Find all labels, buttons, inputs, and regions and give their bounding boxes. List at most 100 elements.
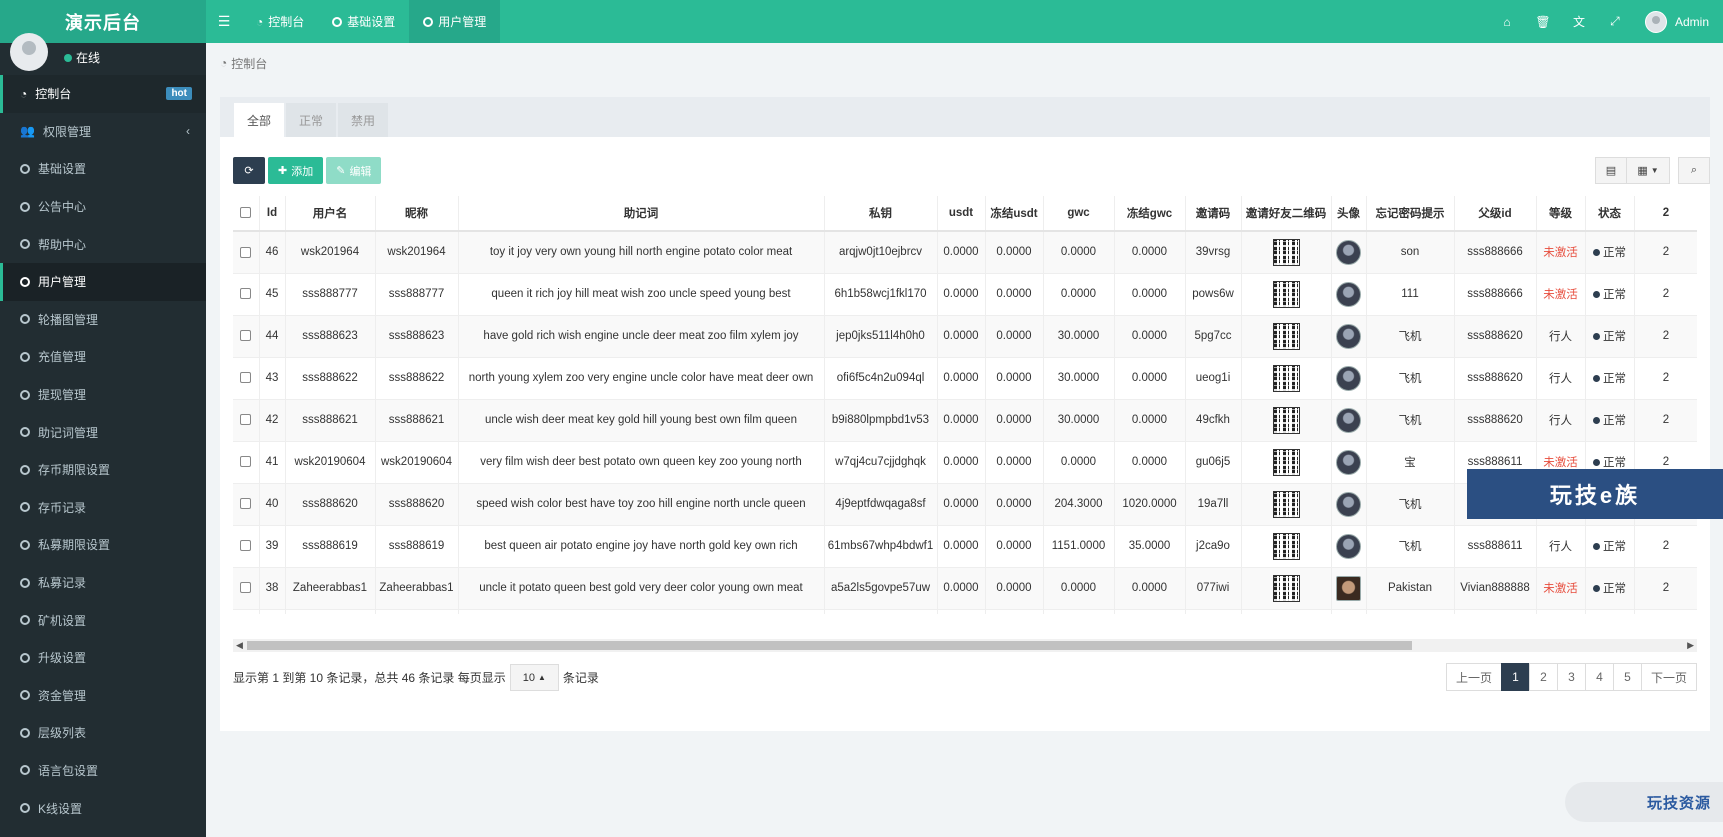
table-row[interactable]: 43 sss888622 sss888622 north young xylem zo… bbox=[233, 357, 1697, 400]
col-invite-qr[interactable]: 邀请好友二维码 bbox=[1241, 196, 1332, 232]
sidebar-item-upgrade[interactable]: 升级设置 bbox=[0, 639, 206, 677]
sidebar-item-withdraw[interactable]: 提现管理 bbox=[0, 376, 206, 414]
row-checkbox[interactable] bbox=[240, 540, 252, 552]
col-username[interactable]: 用户名 bbox=[285, 196, 376, 232]
row-checkbox[interactable] bbox=[240, 582, 252, 594]
qr-code-icon[interactable] bbox=[1272, 532, 1300, 560]
row-checkbox[interactable] bbox=[240, 456, 252, 468]
sidebar-item-miner[interactable]: 矿机设置 bbox=[0, 601, 206, 639]
horizontal-scrollbar[interactable]: ◀ ▶ bbox=[233, 639, 1697, 652]
qr-code-icon[interactable] bbox=[1272, 280, 1300, 308]
user-avatar-icon[interactable] bbox=[1336, 491, 1361, 517]
row-checkbox[interactable] bbox=[240, 246, 252, 258]
page-button-4[interactable]: 4 bbox=[1584, 663, 1614, 691]
qr-code-icon[interactable] bbox=[1272, 238, 1300, 266]
scroll-left-icon[interactable]: ◀ bbox=[236, 639, 243, 652]
tab-all[interactable]: 全部 bbox=[234, 103, 285, 137]
sidebar-item-mnemonic[interactable]: 助记词管理 bbox=[0, 413, 206, 451]
table-row[interactable]: 38 Zaheerabbas1 Zaheerabbas1 uncle it potat… bbox=[233, 567, 1697, 610]
sidebar-item-language[interactable]: 语言包设置 bbox=[0, 752, 206, 790]
qr-code-icon[interactable] bbox=[1272, 574, 1300, 602]
sidebar-item-private-records[interactable]: 私募记录 bbox=[0, 564, 206, 602]
add-button[interactable]: ✚ 添加 bbox=[268, 157, 324, 184]
sidebar-item-private-term[interactable]: 私募期限设置 bbox=[0, 526, 206, 564]
page-button-2[interactable]: 2 bbox=[1528, 663, 1558, 691]
user-avatar-icon[interactable] bbox=[1336, 407, 1361, 433]
nav-tab-user-management[interactable]: 用户管理 bbox=[409, 0, 501, 43]
refresh-button[interactable]: ⟳ bbox=[233, 157, 265, 184]
scroll-right-icon[interactable]: ▶ bbox=[1687, 639, 1694, 652]
sidebar-item-deposit-records[interactable]: 存币记录 bbox=[0, 489, 206, 527]
page-button-5[interactable]: 5 bbox=[1612, 663, 1642, 691]
qr-code-icon[interactable] bbox=[1272, 490, 1300, 518]
user-avatar-icon[interactable] bbox=[1336, 365, 1361, 391]
home-icon[interactable]: ⌂ bbox=[1489, 0, 1525, 43]
toggle-view-button[interactable]: ▤ bbox=[1595, 157, 1627, 184]
col-nickname[interactable]: 昵称 bbox=[375, 196, 459, 232]
col-gwc[interactable]: gwc bbox=[1043, 196, 1115, 232]
col-frozen-usdt[interactable]: 冻结usdt bbox=[985, 196, 1044, 232]
col-usdt[interactable]: usdt bbox=[937, 196, 986, 232]
table-row[interactable]: 39 sss888619 sss888619 best queen air potat… bbox=[233, 525, 1697, 568]
sidebar-item-dashboard[interactable]: ◔ 控制台 hot bbox=[0, 75, 206, 113]
nav-tab-basic-settings[interactable]: 基础设置 bbox=[318, 0, 409, 43]
page-size-select[interactable]: 10 ▲ bbox=[509, 664, 559, 691]
user-avatar-icon[interactable] bbox=[1336, 449, 1361, 475]
user-avatar-icon[interactable] bbox=[1336, 239, 1361, 265]
row-checkbox[interactable] bbox=[240, 498, 252, 510]
select-all-checkbox[interactable] bbox=[240, 207, 252, 219]
table-row[interactable]: 45 sss888777 sss888777 queen it rich joy hi… bbox=[233, 273, 1697, 316]
breadcrumb-item[interactable]: 控制台 bbox=[231, 55, 267, 72]
table-row[interactable]: 37skycc8888skycc8888own north color have… bbox=[233, 609, 1697, 614]
language-icon[interactable]: 文 bbox=[1561, 0, 1597, 43]
nav-tab-dashboard[interactable]: ◔ 控制台 bbox=[242, 0, 318, 43]
table-row[interactable]: 46 wsk201964 wsk201964 toy it joy very own … bbox=[233, 231, 1697, 274]
row-checkbox[interactable] bbox=[240, 372, 252, 384]
col-parent-id[interactable]: 父级id bbox=[1454, 196, 1537, 232]
qr-code-icon[interactable] bbox=[1272, 406, 1300, 434]
user-avatar-icon[interactable] bbox=[1336, 575, 1361, 601]
qr-code-icon[interactable] bbox=[1272, 448, 1300, 476]
col-invite-code[interactable]: 邀请码 bbox=[1185, 196, 1242, 232]
fullscreen-icon[interactable]: ⤢ bbox=[1597, 0, 1633, 43]
sidebar-item-recharge[interactable]: 充值管理 bbox=[0, 338, 206, 376]
row-checkbox[interactable] bbox=[240, 330, 252, 342]
user-avatar-icon[interactable] bbox=[1336, 323, 1361, 349]
trash-icon[interactable]: 🗑 bbox=[1525, 0, 1561, 43]
col-status[interactable]: 状态 bbox=[1585, 196, 1635, 232]
col-avatar[interactable]: 头像 bbox=[1331, 196, 1367, 232]
table-row[interactable]: 44 sss888623 sss888623 have gold rich wish … bbox=[233, 315, 1697, 358]
next-page-button[interactable]: 下一页 bbox=[1640, 663, 1697, 691]
tab-disabled[interactable]: 禁用 bbox=[338, 103, 389, 137]
col-id[interactable]: Id bbox=[259, 196, 286, 232]
sidebar-item-funds[interactable]: 资金管理 bbox=[0, 677, 206, 715]
row-checkbox[interactable] bbox=[240, 414, 252, 426]
page-button-1[interactable]: 1 bbox=[1500, 663, 1530, 691]
row-checkbox[interactable] bbox=[240, 288, 252, 300]
tab-normal[interactable]: 正常 bbox=[286, 103, 337, 137]
sidebar-item-deposit-term[interactable]: 存币期限设置 bbox=[0, 451, 206, 489]
col-private-key[interactable]: 私钥 bbox=[824, 196, 938, 232]
sidebar-item-basic-settings[interactable]: 基础设置 bbox=[0, 150, 206, 188]
search-button[interactable]: ⌕ bbox=[1678, 157, 1710, 184]
qr-code-icon[interactable] bbox=[1272, 364, 1300, 392]
scroll-thumb[interactable] bbox=[247, 641, 1412, 650]
col-level[interactable]: 等级 bbox=[1536, 196, 1586, 232]
page-button-3[interactable]: 3 bbox=[1556, 663, 1586, 691]
qr-code-icon[interactable] bbox=[1272, 322, 1300, 350]
edit-button[interactable]: ✎ 编辑 bbox=[326, 157, 382, 184]
user-avatar-icon[interactable] bbox=[1336, 533, 1361, 559]
user-avatar-icon[interactable] bbox=[1336, 281, 1361, 307]
sidebar-item-user-management[interactable]: 用户管理 bbox=[0, 262, 206, 301]
col-mnemonic[interactable]: 助记词 bbox=[458, 196, 825, 232]
col-frozen-gwc[interactable]: 冻结gwc bbox=[1114, 196, 1186, 232]
sidebar-item-kline[interactable]: K线设置 bbox=[0, 789, 206, 827]
sidebar-item-permissions[interactable]: 👥 权限管理 ‹ bbox=[0, 113, 206, 151]
sidebar-item-announcements[interactable]: 公告中心 bbox=[0, 188, 206, 226]
columns-dropdown-button[interactable]: ▦ ▼ bbox=[1626, 157, 1670, 184]
col-extra[interactable]: 2 bbox=[1634, 196, 1697, 232]
menu-toggle-icon[interactable]: ☰ bbox=[206, 0, 242, 43]
prev-page-button[interactable]: 上一页 bbox=[1445, 663, 1502, 691]
sidebar-item-hierarchy[interactable]: 层级列表 bbox=[0, 714, 206, 752]
admin-menu[interactable]: Admin bbox=[1633, 10, 1709, 33]
